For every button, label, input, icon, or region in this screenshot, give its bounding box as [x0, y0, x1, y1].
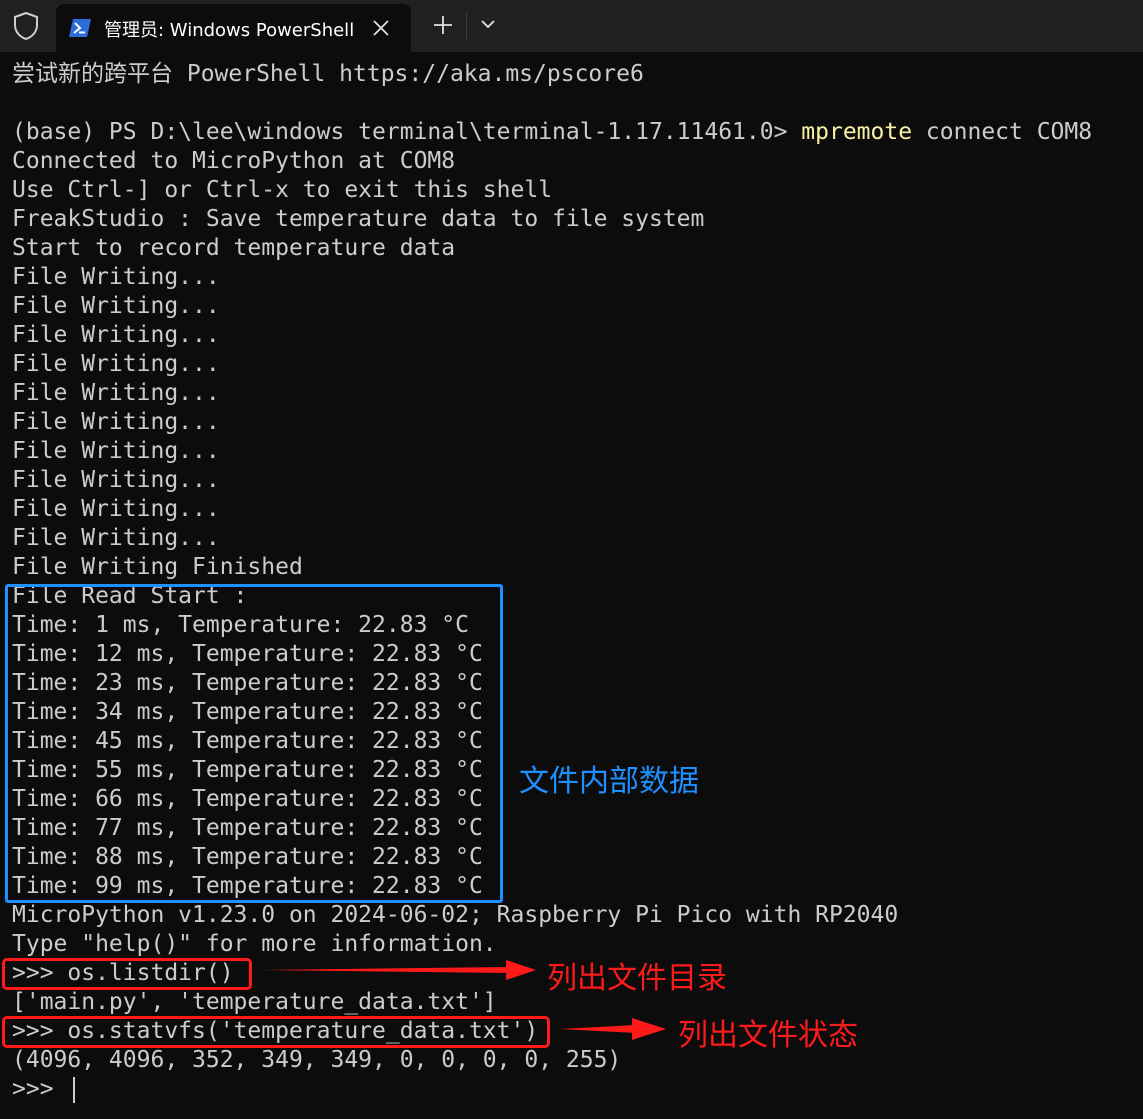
writing-line: File Writing...	[12, 351, 220, 377]
listdir-label: 列出文件目录	[547, 961, 727, 996]
output-line: Start to record temperature data	[12, 235, 456, 261]
output-line: MicroPython v1.23.0 on 2024-06-02; Raspb…	[12, 902, 899, 928]
repl-prompt-line[interactable]: >>>	[12, 1075, 1092, 1104]
command-name: mpremote	[801, 119, 913, 145]
toolbar-divider	[466, 12, 467, 40]
output-line: File Writing Finished	[12, 554, 303, 580]
banner-line: 尝试新的跨平台 PowerShell https://aka.ms/pscore…	[12, 61, 644, 87]
writing-line: File Writing...	[12, 438, 220, 464]
writing-line: File Writing...	[12, 380, 220, 406]
writing-line: File Writing...	[12, 496, 220, 522]
writing-line: File Writing...	[12, 467, 220, 493]
file-data-highlight-box	[5, 584, 503, 903]
output-line: FreakStudio : Save temperature data to f…	[12, 206, 705, 232]
chevron-down-icon[interactable]	[480, 18, 496, 30]
writing-line: File Writing...	[12, 264, 220, 290]
statvfs-highlight-box	[2, 1016, 550, 1048]
writing-line: File Writing...	[12, 293, 220, 319]
output-line: (4096, 4096, 352, 349, 349, 0, 0, 0, 0, …	[12, 1047, 622, 1073]
shield-icon[interactable]	[12, 11, 40, 41]
statvfs-label: 列出文件状态	[678, 1018, 858, 1053]
writing-line: File Writing...	[12, 409, 220, 435]
plus-icon[interactable]	[432, 14, 454, 36]
title-bar: 管理员: Windows PowerShell	[0, 0, 1143, 52]
text-cursor	[73, 1076, 76, 1103]
prompt-text: (base) PS D:\lee\windows terminal\termin…	[12, 119, 802, 145]
close-icon[interactable]	[372, 19, 390, 37]
repl-prompt: >>>	[12, 1076, 68, 1102]
tab-title: 管理员: Windows PowerShell	[104, 20, 355, 41]
powershell-icon	[69, 19, 91, 37]
output-line: Connected to MicroPython at COM8	[12, 148, 456, 174]
output-line: Use Ctrl-] or Ctrl-x to exit this shell	[12, 177, 553, 203]
writing-line: File Writing...	[12, 322, 220, 348]
command-args: connect COM8	[912, 119, 1093, 145]
tab-powershell[interactable]: 管理员: Windows PowerShell	[56, 4, 411, 52]
terminal-output[interactable]: 尝试新的跨平台 PowerShell https://aka.ms/pscore…	[12, 60, 1092, 1104]
prompt-line: (base) PS D:\lee\windows terminal\termin…	[12, 118, 1092, 147]
writing-line: File Writing...	[12, 525, 220, 551]
listdir-highlight-box	[2, 958, 252, 990]
file-data-label: 文件内部数据	[519, 764, 699, 799]
